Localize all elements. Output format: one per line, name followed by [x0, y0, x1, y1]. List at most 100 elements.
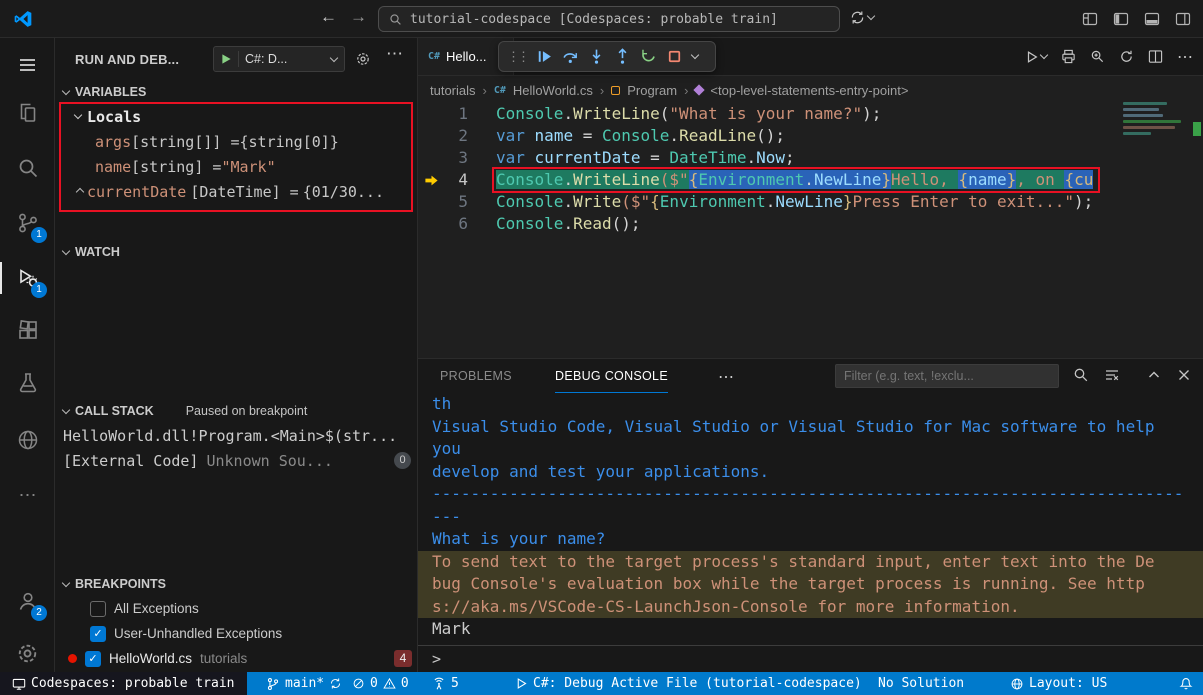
views-more-actions-icon[interactable]: ⋯	[386, 44, 403, 64]
debug-config-dropdown[interactable]: C#: D...	[213, 46, 345, 72]
minimap[interactable]	[1123, 102, 1189, 138]
toolbar-drag-handle[interactable]: ⋮⋮	[507, 49, 527, 65]
forward-arrow-icon[interactable]: →	[350, 7, 367, 27]
line-number: 3	[448, 147, 468, 169]
code-line[interactable]: 4Console.WriteLine($"{Environment.NewLin…	[418, 169, 1203, 191]
step-into-button[interactable]	[588, 48, 605, 65]
continue-button[interactable]	[536, 48, 553, 65]
panel-more-actions-icon[interactable]: ⋯	[718, 367, 734, 387]
debug-console-output[interactable]: thVisual Studio Code, Visual Studio or V…	[418, 393, 1203, 646]
run-and-debug-icon[interactable]: 1	[0, 258, 55, 298]
start-debugging-icon[interactable]	[221, 53, 232, 65]
remote-indicator[interactable]: Codespaces: probable train	[0, 672, 247, 695]
run-or-debug-button[interactable]	[1025, 50, 1047, 64]
code-line[interactable]: 5Console.Write($"{Environment.NewLine}Pr…	[418, 191, 1203, 213]
glyph-margin	[418, 103, 448, 125]
locals-scope-row[interactable]: Locals	[75, 104, 141, 129]
title-bar: ← → tutorial-codespace [Codespaces: prob…	[0, 0, 1203, 38]
stack-frame-row[interactable]: [External Code] Unknown Sou... 0	[63, 448, 411, 473]
errors-icon	[352, 677, 365, 690]
extensions-icon[interactable]	[0, 310, 55, 350]
toggle-secondary-sidebar-icon[interactable]	[1175, 11, 1191, 27]
variable-row[interactable]: args [string[]] = {string[0]}	[95, 129, 339, 154]
restart-button[interactable]	[640, 48, 657, 65]
console-line: What is your name?	[418, 528, 1203, 551]
accounts-badge: 2	[31, 605, 47, 621]
search-editor-icon[interactable]	[1090, 49, 1105, 64]
variable-row[interactable]: name [string] = "Mark"	[95, 154, 276, 179]
call-stack-section-header[interactable]: CALL STACK Paused on breakpoint	[55, 399, 418, 423]
console-line: s://aka.ms/VSCode-CS-LaunchJson-Console …	[418, 596, 1203, 619]
search-icon[interactable]	[0, 148, 55, 188]
breakpoint-row[interactable]: ✓ User-Unhandled Exceptions	[90, 621, 282, 646]
source-control-icon[interactable]: 1	[0, 203, 55, 243]
variable-row-expandable[interactable]: currentDate [DateTime] = {01/30...	[77, 179, 384, 204]
breakpoints-section-header[interactable]: BREAKPOINTS	[55, 572, 418, 596]
code-line[interactable]: 3var currentDate = DateTime.Now;	[418, 147, 1203, 169]
code-line[interactable]: 2var name = Console.ReadLine();	[418, 125, 1203, 147]
settings-gear-icon[interactable]	[0, 633, 55, 673]
method-symbol-icon	[694, 84, 705, 95]
debug-toolbar-chevron-icon[interactable]	[691, 51, 699, 59]
debug-toolbar: ⋮⋮	[498, 41, 716, 72]
debug-status-item[interactable]: C#: Debug Active File (tutorial-codespac…	[515, 672, 862, 695]
command-center-search[interactable]: tutorial-codespace [Codespaces: probable…	[378, 6, 840, 32]
notifications-bell-icon[interactable]	[1179, 672, 1193, 695]
additional-views-icon[interactable]: ⋯	[0, 475, 55, 515]
branch-indicator[interactable]: main*	[266, 672, 342, 695]
watch-section-header[interactable]: WATCH	[55, 240, 418, 264]
toggle-primary-sidebar-icon[interactable]	[1113, 11, 1129, 27]
testing-icon[interactable]	[0, 363, 55, 403]
toggle-panel-icon[interactable]	[1144, 11, 1160, 27]
code-editor[interactable]: 1Console.WriteLine("What is your name?")…	[418, 100, 1203, 358]
refresh-icon[interactable]	[1119, 49, 1134, 64]
stack-frame-row[interactable]: HelloWorld.dll!Program.<Main>$(str...	[63, 423, 397, 448]
console-line: bug Console's evaluation box while the t…	[418, 573, 1203, 596]
debug-console-input[interactable]: >	[418, 645, 1203, 672]
console-filter-input[interactable]	[836, 365, 1058, 387]
step-over-button[interactable]	[562, 48, 579, 65]
chevron-down-icon	[62, 246, 70, 254]
breakpoint-row[interactable]: ✓ HelloWorld.cs tutorials 4	[68, 646, 412, 671]
remote-explorer-icon[interactable]	[0, 420, 55, 460]
debug-settings-gear-icon[interactable]	[355, 51, 371, 67]
clear-console-icon[interactable]	[1104, 367, 1120, 383]
checkbox-unchecked[interactable]	[90, 601, 106, 617]
step-out-button[interactable]	[614, 48, 631, 65]
keyboard-layout-item[interactable]: Layout: US	[1010, 672, 1107, 695]
code-line[interactable]: 1Console.WriteLine("What is your name?")…	[418, 103, 1203, 125]
print-icon[interactable]	[1061, 49, 1076, 64]
code-line[interactable]: 6Console.Read();	[418, 213, 1203, 235]
solution-status-item[interactable]: No Solution	[878, 672, 964, 695]
checkbox-checked[interactable]: ✓	[85, 651, 101, 667]
accounts-icon[interactable]: 2	[0, 581, 55, 621]
console-filter-box[interactable]	[835, 364, 1059, 388]
checkbox-checked[interactable]: ✓	[90, 626, 106, 642]
maximize-panel-icon[interactable]	[1146, 367, 1162, 383]
customize-layout-icon[interactable]	[1082, 11, 1098, 27]
ports-indicator[interactable]: 5	[432, 672, 459, 695]
menu-icon[interactable]	[0, 45, 55, 85]
back-arrow-icon[interactable]: ←	[320, 7, 337, 27]
debug-config-label: C#: D...	[245, 52, 287, 66]
console-line: ----------------------------------------…	[418, 483, 1203, 506]
console-line: Visual Studio Code, Visual Studio or Vis…	[418, 416, 1203, 439]
class-symbol-icon	[611, 86, 620, 95]
tab-debug-console[interactable]: DEBUG CONSOLE	[555, 359, 668, 393]
breakpoint-line-badge: 4	[394, 650, 412, 667]
vscode-logo-icon[interactable]	[13, 9, 33, 29]
explorer-icon[interactable]	[0, 93, 55, 133]
codespaces-icon	[12, 677, 26, 691]
close-panel-icon[interactable]	[1176, 367, 1192, 383]
problems-indicator[interactable]: 0 0	[352, 672, 409, 695]
split-editor-icon[interactable]	[1148, 49, 1163, 64]
breadcrumb[interactable]: tutorials › C# HelloWorld.cs › Program ›…	[430, 78, 908, 102]
find-icon[interactable]	[1073, 367, 1089, 383]
tab-problems[interactable]: PROBLEMS	[440, 359, 512, 393]
variables-section-header[interactable]: VARIABLES	[55, 80, 418, 104]
stop-button[interactable]	[666, 48, 683, 65]
remote-menu-icon[interactable]	[850, 10, 874, 25]
editor-more-actions-icon[interactable]: ⋯	[1177, 47, 1193, 67]
debug-badge: 1	[31, 282, 47, 298]
breakpoint-row[interactable]: All Exceptions	[90, 596, 199, 621]
